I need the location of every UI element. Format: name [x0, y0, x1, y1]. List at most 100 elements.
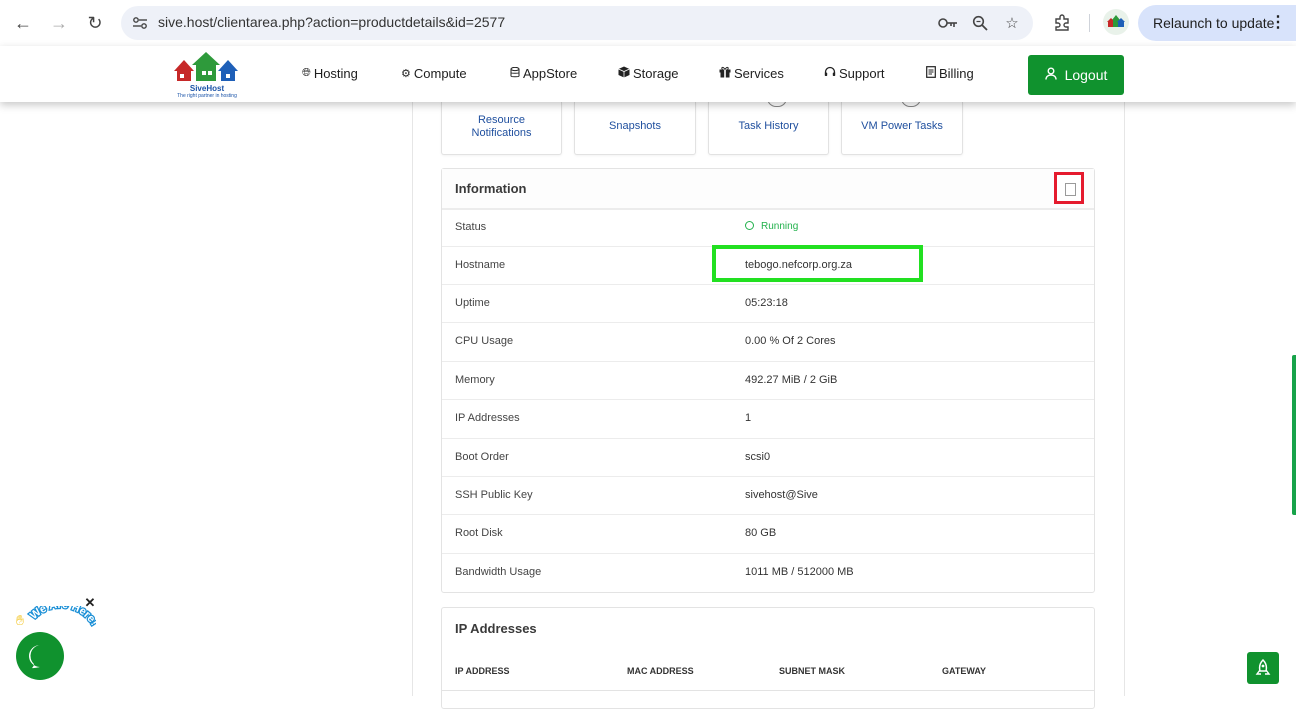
- column-header[interactable]: IP ADDRESS: [455, 666, 510, 676]
- info-key: Memory: [455, 374, 495, 386]
- chat-launcher-button[interactable]: [16, 632, 64, 680]
- info-row-uptime: Uptime 05:23:18: [442, 284, 1094, 323]
- info-value: sivehost@Sive: [745, 489, 818, 501]
- info-key: CPU Usage: [455, 335, 514, 347]
- site-info-icon[interactable]: [129, 12, 151, 34]
- gear-icon: ⚙: [401, 68, 411, 80]
- nav-billing-label: Billing: [939, 66, 974, 81]
- info-key: Root Disk: [455, 527, 503, 539]
- tile-snapshots[interactable]: Snapshots: [574, 102, 696, 155]
- zoom-icon[interactable]: [968, 11, 992, 35]
- nav-appstore-label: AppStore: [523, 66, 578, 81]
- nav-services[interactable]: Services: [719, 66, 784, 81]
- info-row-bandwidth-usage: Bandwidth Usage 1011 MB / 512000 MB: [442, 553, 1094, 592]
- tile-task-history[interactable]: Task History: [708, 98, 829, 155]
- nav-billing[interactable]: Billing: [926, 66, 974, 81]
- nav-hosting[interactable]: 🌐︎ Hosting: [302, 66, 358, 81]
- info-key: Status: [455, 221, 487, 233]
- info-key: Hostname: [455, 259, 506, 271]
- side-feedback-tab[interactable]: [1292, 355, 1296, 515]
- forward-icon[interactable]: →: [44, 8, 74, 38]
- tile-resource-label-1: Resource: [477, 114, 526, 126]
- user-icon: [1044, 67, 1057, 83]
- info-value: 0.00 % Of 2 Cores: [745, 335, 836, 347]
- info-row-cpu-usage: CPU Usage 0.00 % Of 2 Cores: [442, 322, 1094, 361]
- nav-compute[interactable]: ⚙ Compute: [401, 66, 467, 81]
- logout-button[interactable]: Logout: [1028, 55, 1124, 95]
- gift-icon: [719, 66, 731, 81]
- sivehost-logo[interactable]: SiveHost The right partner in hosting: [170, 51, 244, 99]
- scroll-to-top-button[interactable]: [1247, 652, 1279, 684]
- info-key: Bandwidth Usage: [455, 566, 542, 578]
- tile-vm-power-tasks[interactable]: VM Power Tasks: [841, 98, 963, 155]
- address-bar[interactable]: sive.host/clientarea.php?action=productd…: [121, 6, 1033, 40]
- waving-hand-icon: ✋︎: [16, 612, 24, 628]
- profile-icon[interactable]: [1103, 9, 1129, 35]
- reload-icon[interactable]: ↻: [80, 8, 110, 38]
- logo-tagline: The right partner in hosting: [177, 93, 237, 99]
- password-key-icon[interactable]: [936, 11, 960, 35]
- tile-resource-notifications[interactable]: Resource Notifications: [441, 102, 562, 155]
- tile-resource-label-2: Notifications: [471, 127, 532, 139]
- info-key: Uptime: [455, 297, 490, 309]
- info-row-status: Status Running: [442, 208, 1094, 247]
- nav-storage-label: Storage: [633, 66, 679, 81]
- nav-storage[interactable]: Storage: [618, 66, 679, 81]
- document-icon: [926, 66, 936, 81]
- logout-label: Logout: [1064, 67, 1108, 83]
- site-header: SiveHost The right partner in hosting 🌐︎…: [0, 46, 1296, 102]
- headset-icon: [824, 66, 836, 81]
- status-text: Running: [761, 221, 799, 232]
- box-icon: [618, 66, 630, 81]
- menu-dots-icon[interactable]: ⋮: [1270, 12, 1286, 32]
- info-row-ip-addresses: IP Addresses 1: [442, 399, 1094, 438]
- status-badge: Running: [745, 221, 798, 232]
- info-key: SSH Public Key: [455, 489, 533, 501]
- nav-compute-label: Compute: [413, 66, 467, 81]
- database-icon: [510, 66, 520, 81]
- browser-toolbar: ← → ↻ sive.host/clientarea.php?action=pr…: [0, 0, 1296, 46]
- info-value: 05:23:18: [745, 297, 788, 309]
- tile-vm-power-label: VM Power Tasks: [861, 120, 943, 132]
- rocket-icon: [1255, 659, 1271, 675]
- info-value: 1011 MB / 512000 MB: [745, 566, 854, 578]
- relaunch-button[interactable]: Relaunch to update ⋮: [1138, 5, 1296, 41]
- information-title: Information: [455, 181, 527, 196]
- column-header[interactable]: MAC ADDRESS: [627, 666, 694, 676]
- info-row-root-disk: Root Disk 80 GB: [442, 514, 1094, 553]
- hostname-value[interactable]: tebogo.nefcorp.org.za: [745, 259, 852, 271]
- info-value: 492.27 MiB / 2 GiB: [745, 374, 838, 386]
- nav-support[interactable]: Support: [824, 66, 885, 81]
- svg-text:We Are Here!: We Are Here!: [28, 606, 96, 628]
- back-icon[interactable]: ←: [8, 8, 38, 38]
- bookmark-star-icon[interactable]: ☆: [1000, 11, 1024, 35]
- collapse-toggle-button[interactable]: [1054, 172, 1084, 204]
- url-text[interactable]: sive.host/clientarea.php?action=productd…: [158, 14, 505, 30]
- table-header-divider: [442, 690, 1094, 691]
- logo-brand-text: SiveHost: [189, 84, 225, 93]
- information-card: Information Status Running Hostname tebo…: [441, 168, 1095, 593]
- logo-houses-icon: [174, 52, 238, 81]
- info-row-ssh-public-key: SSH Public Key sivehost@Sive: [442, 476, 1094, 515]
- extensions-icon[interactable]: [1050, 10, 1074, 34]
- nav-hosting-label: Hosting: [313, 66, 358, 81]
- info-key: Boot Order: [455, 451, 509, 463]
- info-row-boot-order: Boot Order scsi0: [442, 438, 1094, 477]
- info-key: IP Addresses: [455, 412, 520, 424]
- column-header[interactable]: GATEWAY: [942, 666, 986, 676]
- tile-task-history-label: Task History: [738, 120, 799, 132]
- info-row-hostname: Hostname tebogo.nefcorp.org.za: [442, 246, 1094, 285]
- chat-bubble-icon: [29, 645, 40, 669]
- status-circle-icon: [745, 221, 754, 230]
- info-row-memory: Memory 492.27 MiB / 2 GiB: [442, 361, 1094, 400]
- globe-icon: 🌐︎: [302, 67, 311, 79]
- column-header[interactable]: SUBNET MASK: [779, 666, 845, 676]
- info-value: scsi0: [745, 451, 771, 463]
- nav-appstore[interactable]: AppStore: [510, 66, 577, 81]
- nav-services-label: Services: [734, 66, 784, 81]
- nav-support-label: Support: [839, 66, 885, 81]
- checkbox-icon: [1065, 183, 1076, 196]
- information-header: Information: [442, 169, 1094, 210]
- toolbar-divider: [1089, 14, 1090, 32]
- info-value: 80 GB: [745, 527, 777, 539]
